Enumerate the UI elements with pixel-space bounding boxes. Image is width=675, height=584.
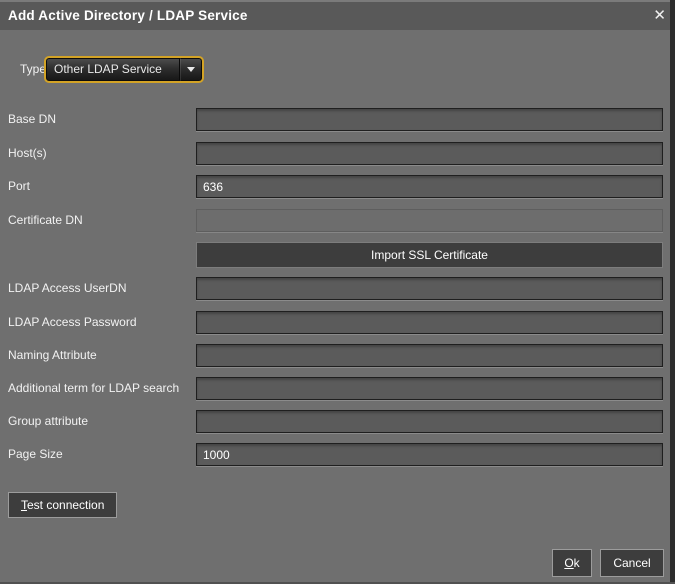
ldap-access-userdn-input[interactable] <box>196 277 663 300</box>
ok-button[interactable]: Ok <box>552 549 592 577</box>
naming-attribute-input[interactable] <box>196 344 663 367</box>
hosts-label: Host(s) <box>8 142 47 165</box>
base-dn-input[interactable] <box>196 108 663 131</box>
group-attribute-input[interactable] <box>196 410 663 433</box>
ldap-access-password-input[interactable] <box>196 311 663 334</box>
type-label: Type <box>20 56 46 83</box>
type-select-dropdown-button[interactable] <box>179 58 202 81</box>
ldap-access-userdn-label: LDAP Access UserDN <box>8 277 126 300</box>
base-dn-label: Base DN <box>8 108 56 131</box>
type-select-value: Other LDAP Service <box>46 58 179 81</box>
cancel-button[interactable]: Cancel <box>600 549 664 577</box>
dialog-titlebar: Add Active Directory / LDAP Service ✕ <box>0 0 675 30</box>
port-label: Port <box>8 175 30 198</box>
type-select[interactable]: Other LDAP Service <box>44 56 204 83</box>
ldap-access-password-label: LDAP Access Password <box>8 311 137 334</box>
page-size-label: Page Size <box>8 443 63 466</box>
ok-label: k <box>574 556 580 570</box>
test-connection-label: est connection <box>27 498 104 512</box>
chevron-down-icon <box>187 67 195 72</box>
page-size-input[interactable] <box>196 443 663 466</box>
import-ssl-certificate-button[interactable]: Import SSL Certificate <box>196 242 663 268</box>
additional-term-input[interactable] <box>196 377 663 400</box>
cancel-label: Cancel <box>613 556 650 570</box>
import-ssl-certificate-label: Import SSL Certificate <box>371 248 488 262</box>
group-attribute-label: Group attribute <box>8 410 88 433</box>
additional-term-label: Additional term for LDAP search <box>8 377 179 400</box>
naming-attribute-label: Naming Attribute <box>8 344 97 367</box>
port-input[interactable] <box>196 175 663 198</box>
ok-mnemonic: O <box>564 556 573 570</box>
hosts-input[interactable] <box>196 142 663 165</box>
dialog-title: Add Active Directory / LDAP Service <box>8 2 248 30</box>
certificate-dn-label: Certificate DN <box>8 209 83 232</box>
test-connection-button[interactable]: Test connection <box>8 492 117 518</box>
certificate-dn-input <box>196 209 663 232</box>
window-right-edge <box>670 0 675 584</box>
close-icon[interactable]: ✕ <box>653 7 666 25</box>
